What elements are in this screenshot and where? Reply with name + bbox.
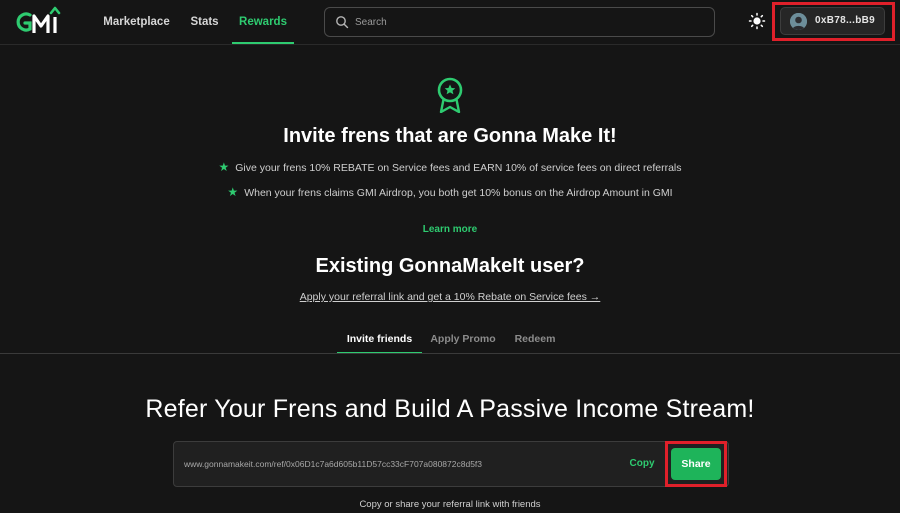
- referral-caption: Copy or share your referral link with fr…: [359, 499, 541, 510]
- nav-marketplace[interactable]: Marketplace: [103, 0, 170, 44]
- existing-user-title: Existing GonnaMakeIt user?: [315, 255, 585, 277]
- benefit-item: ★ When your frens claims GMI Airdrop, you…: [0, 185, 900, 199]
- top-nav-bar: Marketplace Stats Rewards Search 0xB78..…: [0, 0, 900, 45]
- nav-rewards[interactable]: Rewards: [232, 0, 294, 44]
- search-input[interactable]: [355, 8, 705, 36]
- learn-more-link[interactable]: Learn more: [0, 224, 900, 235]
- invite-title: Invite frens that are Gonna Make It!: [283, 125, 617, 147]
- apply-referral-link[interactable]: Apply your referral link and get a 10% R…: [0, 291, 900, 303]
- tab-apply-promo[interactable]: Apply Promo: [428, 325, 498, 354]
- nav-stats[interactable]: Stats: [188, 0, 221, 44]
- page: Marketplace Stats Rewards Search 0xB78..…: [0, 0, 900, 513]
- referral-link-text[interactable]: www.gonnamakeit.com/ref/0x06D1c7a6d605b1…: [184, 442, 482, 486]
- refer-title: Refer Your Frens and Build A Passive Inc…: [145, 395, 755, 423]
- tab-invite-friends[interactable]: Invite friends: [337, 325, 422, 354]
- star-icon: ★: [227, 185, 239, 199]
- copy-button[interactable]: Copy: [626, 455, 658, 473]
- search-icon: [336, 16, 349, 29]
- search-box[interactable]: [324, 7, 715, 37]
- benefit-text: Give your frens 10% REBATE on Service fe…: [235, 162, 682, 174]
- share-highlight-box: [665, 441, 727, 487]
- gmi-logo[interactable]: [15, 6, 65, 38]
- benefit-item: ★ Give your frens 10% REBATE on Service f…: [0, 160, 900, 174]
- benefit-text: When your frens claims GMI Airdrop, you …: [244, 187, 673, 199]
- star-icon: ★: [218, 160, 230, 174]
- wallet-highlight-box: [772, 2, 895, 41]
- award-badge-icon: [437, 77, 463, 113]
- tab-redeem[interactable]: Redeem: [510, 325, 560, 354]
- tabs-divider: [0, 353, 900, 354]
- referral-link-box: www.gonnamakeit.com/ref/0x06D1c7a6d605b1…: [173, 441, 729, 487]
- sun-icon[interactable]: [748, 12, 766, 30]
